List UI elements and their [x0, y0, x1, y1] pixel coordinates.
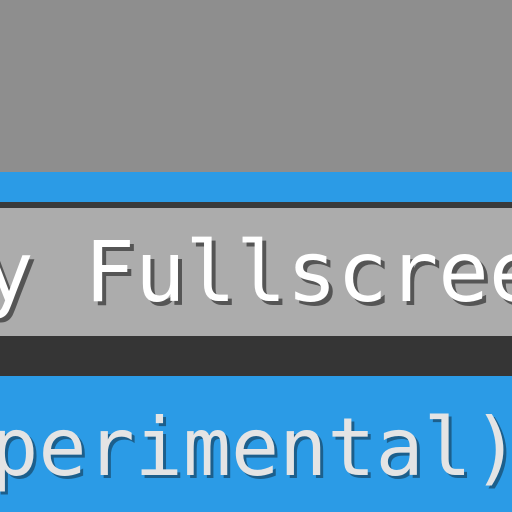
- top-panel: [0, 0, 512, 172]
- settings-screen: ry Fullscreen experimental): [0, 0, 512, 512]
- fullscreen-option-text: ry Fullscreen: [0, 223, 512, 321]
- fullscreen-option-button[interactable]: ry Fullscreen: [0, 208, 512, 336]
- experimental-note: experimental): [0, 400, 512, 494]
- fullscreen-option-label: ry Fullscreen: [0, 208, 512, 336]
- experimental-note-text: experimental): [0, 400, 512, 494]
- option-description-panel: experimental): [0, 376, 512, 512]
- button-shadow-band: [0, 336, 512, 376]
- selection-highlight-top: [0, 172, 512, 202]
